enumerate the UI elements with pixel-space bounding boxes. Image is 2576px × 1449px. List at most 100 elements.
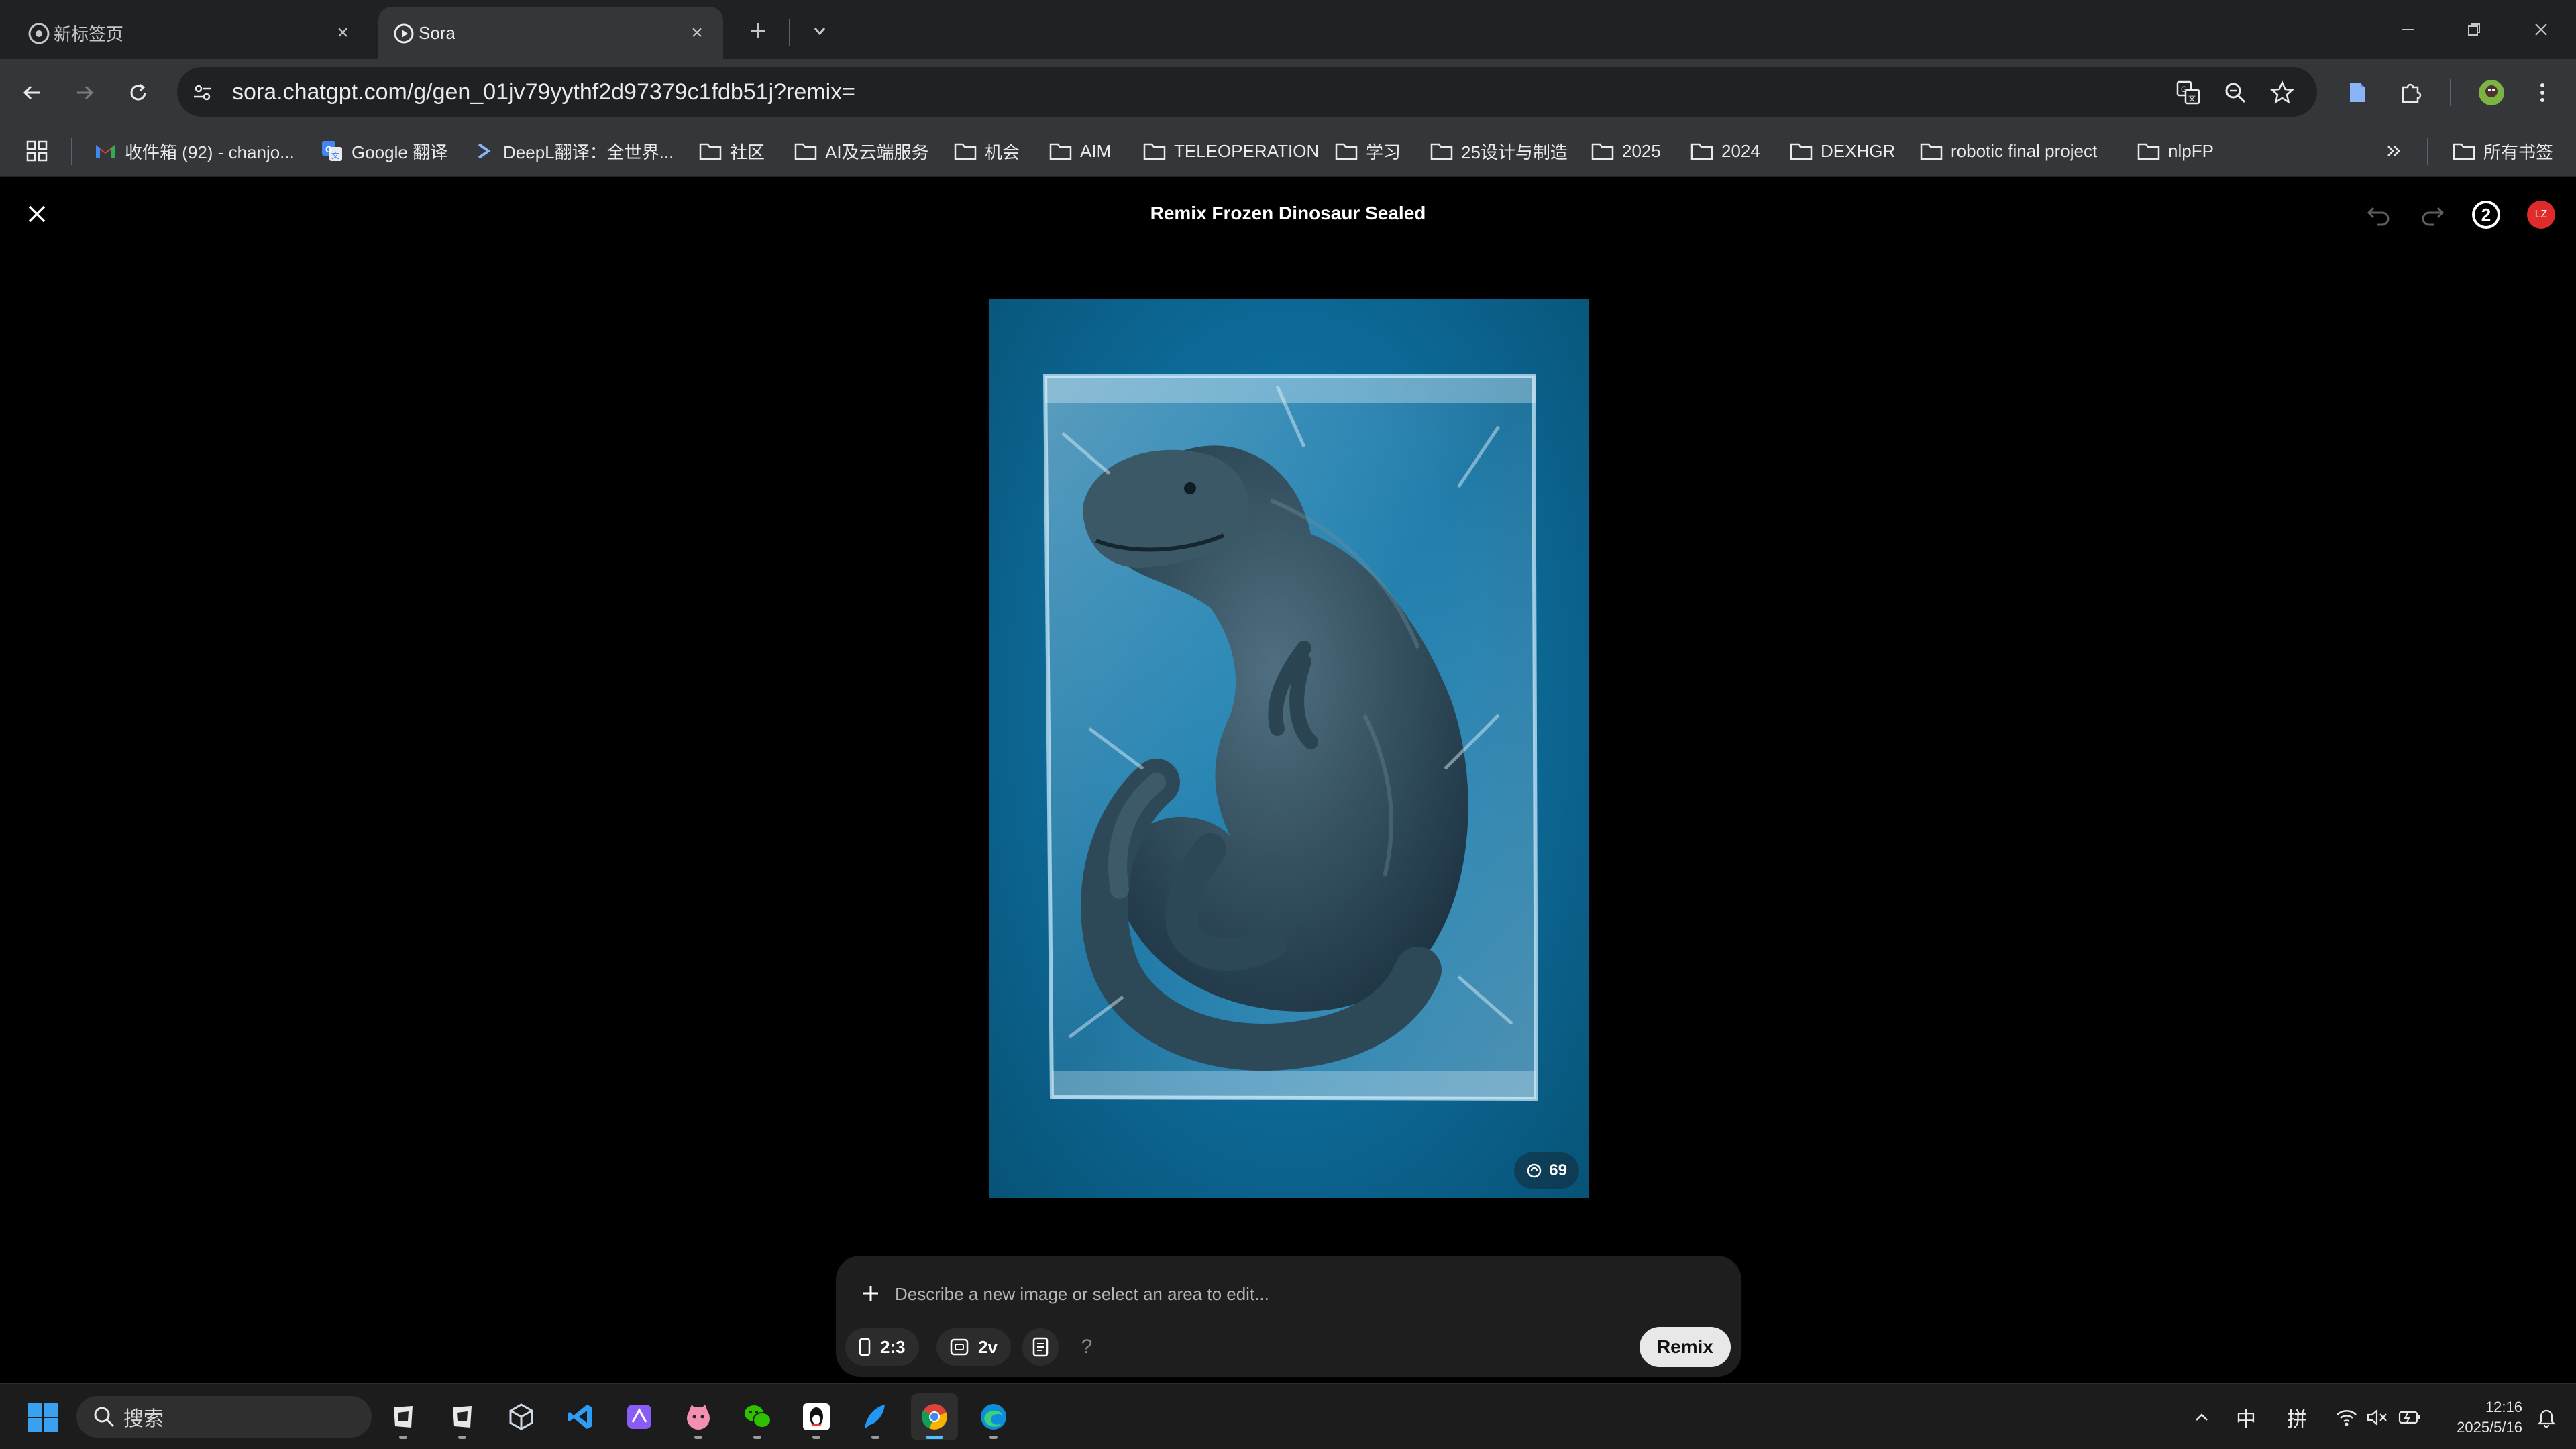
folder-icon [2453, 140, 2475, 162]
tray-expand-chevron-icon[interactable] [2188, 1403, 2215, 1432]
folder-icon [1335, 140, 1358, 162]
windows-start-icon[interactable] [27, 1401, 59, 1434]
bookmark-folder-teleoperation[interactable]: TELEOPERATION [1143, 134, 1319, 168]
ime-language-indicator[interactable]: 中 [2231, 1403, 2261, 1432]
vscode-icon [568, 1405, 592, 1429]
tab-search-chevron-icon[interactable] [805, 16, 835, 46]
qq-penguin-icon [803, 1403, 830, 1430]
bookmark-folder-学习[interactable]: 学习 [1335, 134, 1401, 168]
more-bookmarks-chevron-icon[interactable] [2384, 134, 2404, 168]
restore-icon[interactable] [2454, 9, 2494, 50]
bookmarks-bar: 收件箱 (92) - chanjo... G文 Google 翻译 DeepL翻… [0, 125, 2576, 177]
taskbar-app-2[interactable] [439, 1393, 486, 1440]
reload-icon[interactable] [121, 75, 156, 110]
prompt-input[interactable] [895, 1277, 1566, 1311]
app-cube-icon [394, 1406, 413, 1428]
variations-button[interactable]: 2v [936, 1328, 1011, 1366]
app-cat-icon [687, 1405, 710, 1430]
add-attachment-plus-icon[interactable] [856, 1279, 885, 1308]
divider [2427, 138, 2428, 165]
taskbar-app-9[interactable] [852, 1393, 899, 1440]
taskbar-wechat[interactable] [734, 1393, 781, 1440]
chrome-icon [28, 23, 50, 44]
minimize-icon[interactable] [2388, 9, 2428, 50]
taskbar-app-5[interactable] [616, 1393, 663, 1440]
all-bookmarks[interactable]: 所有书签 [2453, 134, 2553, 168]
kebab-menu-icon[interactable] [2525, 75, 2560, 110]
tab-title: Sora [419, 22, 455, 43]
bookmark-folder-nlpfp[interactable]: nlpFP [2137, 134, 2214, 168]
taskbar-qq[interactable] [793, 1393, 840, 1440]
bookmark-google-translate[interactable]: G文 Google 翻译 [321, 134, 447, 168]
battery-icon[interactable] [2396, 1403, 2423, 1432]
tab-new-tab[interactable]: 新标签页 × [13, 7, 369, 59]
generated-image[interactable]: 69 [989, 299, 1589, 1198]
remix-button[interactable]: Remix [1639, 1327, 1731, 1367]
folder-icon [1591, 140, 1614, 162]
address-bar[interactable]: sora.chatgpt.com/g/gen_01jv79yythf2d9737… [177, 67, 2317, 117]
folder-icon [954, 140, 977, 162]
taskbar-app-6[interactable] [675, 1393, 722, 1440]
close-tab-icon[interactable]: × [686, 21, 708, 44]
bookmark-folder-2024[interactable]: 2024 [1690, 134, 1760, 168]
notification-bell-icon[interactable] [2533, 1403, 2560, 1432]
bookmark-folder-25设计与制造[interactable]: 25设计与制造 [1430, 134, 1568, 168]
url-text[interactable]: sora.chatgpt.com/g/gen_01jv79yythf2d9737… [232, 79, 855, 105]
reading-list-icon[interactable] [2340, 75, 2375, 110]
bookmark-gmail[interactable]: 收件箱 (92) - chanjo... [94, 134, 294, 168]
aspect-ratio-button[interactable]: 2:3 [845, 1328, 919, 1366]
bookmark-folder-社区[interactable]: 社区 [699, 134, 765, 168]
taskbar-vscode[interactable] [557, 1393, 604, 1440]
volume-muted-icon[interactable] [2364, 1403, 2391, 1432]
deepl-icon [472, 140, 495, 162]
gmail-icon [94, 140, 117, 162]
user-avatar[interactable]: LZ [2524, 197, 2559, 232]
bookmark-folder-2025[interactable]: 2025 [1591, 134, 1661, 168]
profile-avatar[interactable] [2474, 75, 2509, 110]
translate-icon[interactable]: G文 [2174, 78, 2203, 107]
apps-grid-icon[interactable] [25, 134, 48, 168]
bookmark-folder-机会[interactable]: 机会 [954, 134, 1020, 168]
bookmark-deepl[interactable]: DeepL翻译：全世界... [472, 134, 674, 168]
wifi-icon[interactable] [2333, 1403, 2360, 1432]
likes-counter[interactable]: 69 [1514, 1152, 1579, 1189]
tab-sora[interactable]: Sora × [378, 7, 723, 59]
search-icon [94, 1407, 115, 1428]
taskbar-chrome[interactable] [911, 1393, 958, 1440]
folder-icon [794, 140, 817, 162]
taskbar-app-1[interactable] [380, 1393, 427, 1440]
app-box-icon [509, 1403, 533, 1430]
frozen-dinosaur-image [1042, 374, 1539, 1102]
taskbar-search-box[interactable]: 搜索 [76, 1396, 372, 1438]
google-translate-icon: G文 [321, 140, 343, 162]
bookmark-star-icon[interactable] [2267, 78, 2297, 107]
page-title: Remix Frozen Dinosaur Sealed [1150, 203, 1426, 223]
remix-count-badge[interactable]: 2 [2469, 197, 2504, 232]
variations-icon [950, 1338, 969, 1356]
undo-icon[interactable] [2361, 197, 2396, 232]
bookmark-folder-ai[interactable]: AI及云端服务 [794, 134, 929, 168]
app-feather-icon [865, 1405, 885, 1429]
taskbar-edge[interactable] [970, 1393, 1017, 1440]
sora-remix-page: Remix Frozen Dinosaur Sealed 2 LZ 69 Des… [0, 177, 2576, 1383]
presets-button[interactable] [1022, 1328, 1059, 1366]
bookmark-folder-aim[interactable]: AIM [1049, 134, 1111, 168]
ime-mode-indicator[interactable]: 拼 [2282, 1403, 2312, 1432]
new-tab-plus-icon[interactable] [743, 16, 773, 46]
bookmark-folder-dexhgr[interactable]: DEXHGR [1790, 134, 1895, 168]
zoom-icon[interactable] [2220, 78, 2250, 107]
back-arrow-icon[interactable] [15, 75, 50, 110]
divider [789, 19, 790, 46]
site-info-icon[interactable] [189, 79, 216, 106]
taskbar-app-3[interactable] [498, 1393, 545, 1440]
extensions-icon[interactable] [2394, 75, 2428, 110]
close-window-icon[interactable] [2521, 9, 2561, 50]
help-icon[interactable]: ? [1068, 1328, 1106, 1366]
taskbar-clock[interactable]: 12:16 2025/5/16 [2435, 1397, 2522, 1438]
bookmark-folder-robotic-final-project[interactable]: robotic final project [1920, 134, 2097, 168]
forward-arrow-icon[interactable] [67, 75, 102, 110]
redo-icon[interactable] [2415, 197, 2450, 232]
svg-text:文: 文 [2188, 93, 2196, 103]
close-tab-icon[interactable]: × [331, 21, 354, 44]
prompt-composer: 2:3 2v ? Remix [836, 1256, 1741, 1377]
